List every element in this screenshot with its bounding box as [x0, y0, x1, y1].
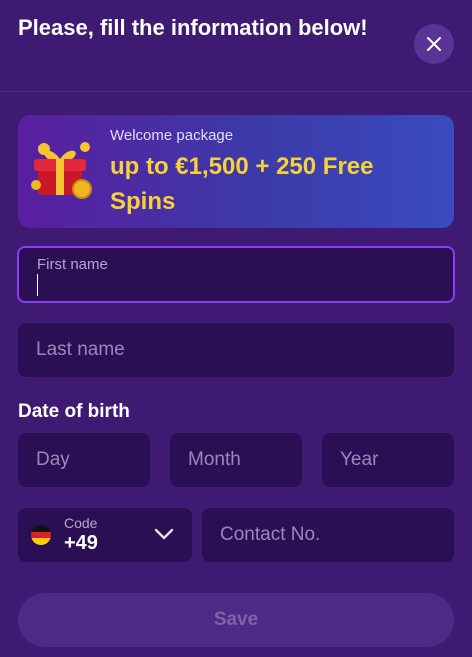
day-field[interactable]: Day: [18, 433, 150, 487]
contact-number-placeholder: Contact No.: [220, 524, 321, 545]
welcome-banner: Welcome package up to €1,500 + 250 Free …: [18, 115, 454, 228]
germany-flag-icon: [31, 525, 51, 545]
first-name-field[interactable]: First name: [17, 246, 455, 303]
banner-subtitle: Welcome package: [110, 127, 234, 144]
banner-offer: up to €1,500 + 250 Free Spins: [110, 153, 374, 215]
year-placeholder: Year: [340, 449, 379, 470]
code-label: Code: [64, 515, 98, 531]
chevron-down-icon: [154, 528, 174, 540]
close-button[interactable]: [414, 24, 454, 64]
modal-header: Please, fill the information below!: [0, 0, 472, 92]
contact-number-field[interactable]: Contact No.: [202, 508, 454, 562]
day-placeholder: Day: [36, 449, 70, 470]
close-icon: [427, 37, 441, 51]
last-name-field[interactable]: Last name: [18, 323, 454, 377]
month-placeholder: Month: [188, 449, 241, 470]
text-caret: [37, 274, 38, 296]
month-field[interactable]: Month: [170, 433, 302, 487]
gift-box-icon: [31, 142, 92, 199]
last-name-placeholder: Last name: [36, 339, 125, 360]
first-name-label: First name: [37, 256, 108, 273]
country-code-select[interactable]: Code +49: [18, 508, 192, 562]
page-title: Please, fill the information below!: [18, 15, 368, 40]
code-value: +49: [64, 532, 98, 554]
save-button[interactable]: Save: [18, 593, 454, 647]
year-field[interactable]: Year: [322, 433, 454, 487]
date-of-birth-label: Date of birth: [18, 401, 130, 422]
